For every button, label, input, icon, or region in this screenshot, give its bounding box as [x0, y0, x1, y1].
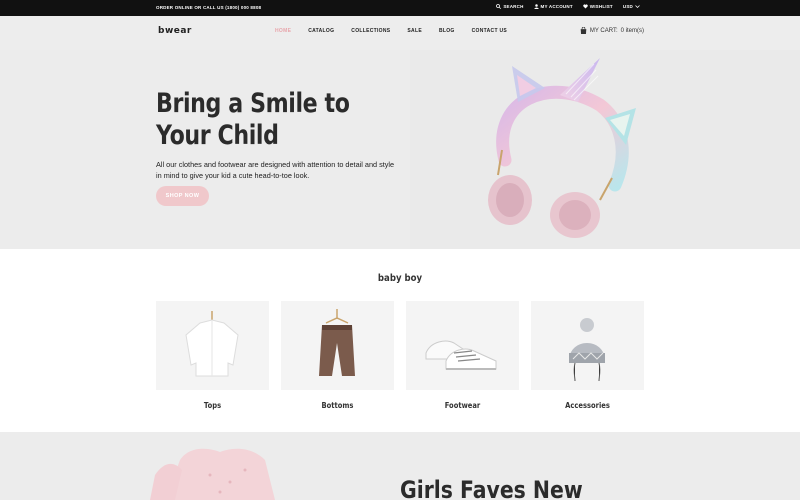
category-card-tops[interactable]: [156, 301, 269, 390]
unicorn-headphones-image: [488, 58, 636, 238]
main-header: bwear HOME CATALOG COLLECTIONS SALE BLOG…: [0, 16, 800, 50]
chevron-down-icon: [635, 5, 640, 9]
nav-item-collections[interactable]: COLLECTIONS: [351, 28, 390, 34]
wishlist-label: WISHLIST: [589, 4, 613, 9]
order-phone-text: ORDER ONLINE OR CALL US (1800) 000 8808: [156, 5, 262, 10]
category-label-footwear[interactable]: Footwear: [412, 401, 514, 410]
hero-banner: Bring a Smile to Your Child All our clot…: [0, 50, 800, 249]
top-links: SEARCH MY ACCOUNT WISHLIST USD: [496, 4, 640, 9]
user-icon: [533, 4, 539, 9]
category-label-bottoms[interactable]: Bottoms: [287, 401, 389, 410]
category-card-footwear[interactable]: [406, 301, 519, 390]
shirt-icon: [185, 311, 239, 377]
section-title: baby boy: [377, 273, 423, 284]
sneakers-icon: [425, 340, 497, 370]
my-account-link[interactable]: MY ACCOUNT: [533, 4, 573, 9]
category-card-accessories[interactable]: [531, 301, 644, 390]
cart-count: 0 item(s): [620, 27, 644, 34]
account-label: MY ACCOUNT: [540, 4, 573, 9]
nav-item-home[interactable]: HOME: [275, 28, 291, 34]
currency-select[interactable]: USD: [623, 4, 640, 9]
promo-title: Girls Faves New: [400, 476, 583, 500]
nav-item-contact-us[interactable]: CONTACT US: [472, 28, 507, 34]
main-menu: HOME CATALOG COLLECTIONS SALE BLOG CONTA…: [275, 28, 507, 34]
cart-button[interactable]: MY CART: 0 item(s): [580, 27, 644, 34]
currency-label: USD: [622, 4, 633, 9]
heart-icon: [583, 4, 588, 9]
pink-dress-image: [150, 448, 275, 500]
girls-promo-section: Girls Faves New: [0, 432, 800, 500]
shop-now-button[interactable]: SHOP NOW: [156, 186, 209, 206]
hero-text: All our clothes and footwear are designe…: [156, 160, 395, 180]
nav-item-sale[interactable]: SALE: [407, 28, 422, 34]
search-label: SEARCH: [503, 4, 524, 9]
top-bar: ORDER ONLINE OR CALL US (1800) 000 8808 …: [0, 0, 800, 16]
category-card-bottoms[interactable]: [281, 301, 394, 390]
category-label-accessories[interactable]: Accessories: [537, 401, 639, 410]
cart-label: MY CART:: [589, 27, 618, 34]
nav-item-catalog[interactable]: CATALOG: [308, 28, 334, 34]
search-icon: [496, 4, 502, 9]
knit-hat-icon: [569, 318, 605, 382]
pants-icon: [319, 309, 355, 376]
nav-item-blog[interactable]: BLOG: [439, 28, 455, 34]
category-label-tops[interactable]: Tops: [162, 401, 264, 410]
shopping-bag-icon: [580, 27, 587, 34]
search-link[interactable]: SEARCH: [496, 4, 523, 9]
hero-title: Bring a Smile to Your Child: [156, 88, 350, 151]
logo[interactable]: bwear: [158, 26, 192, 36]
wishlist-link[interactable]: WISHLIST: [583, 4, 613, 9]
